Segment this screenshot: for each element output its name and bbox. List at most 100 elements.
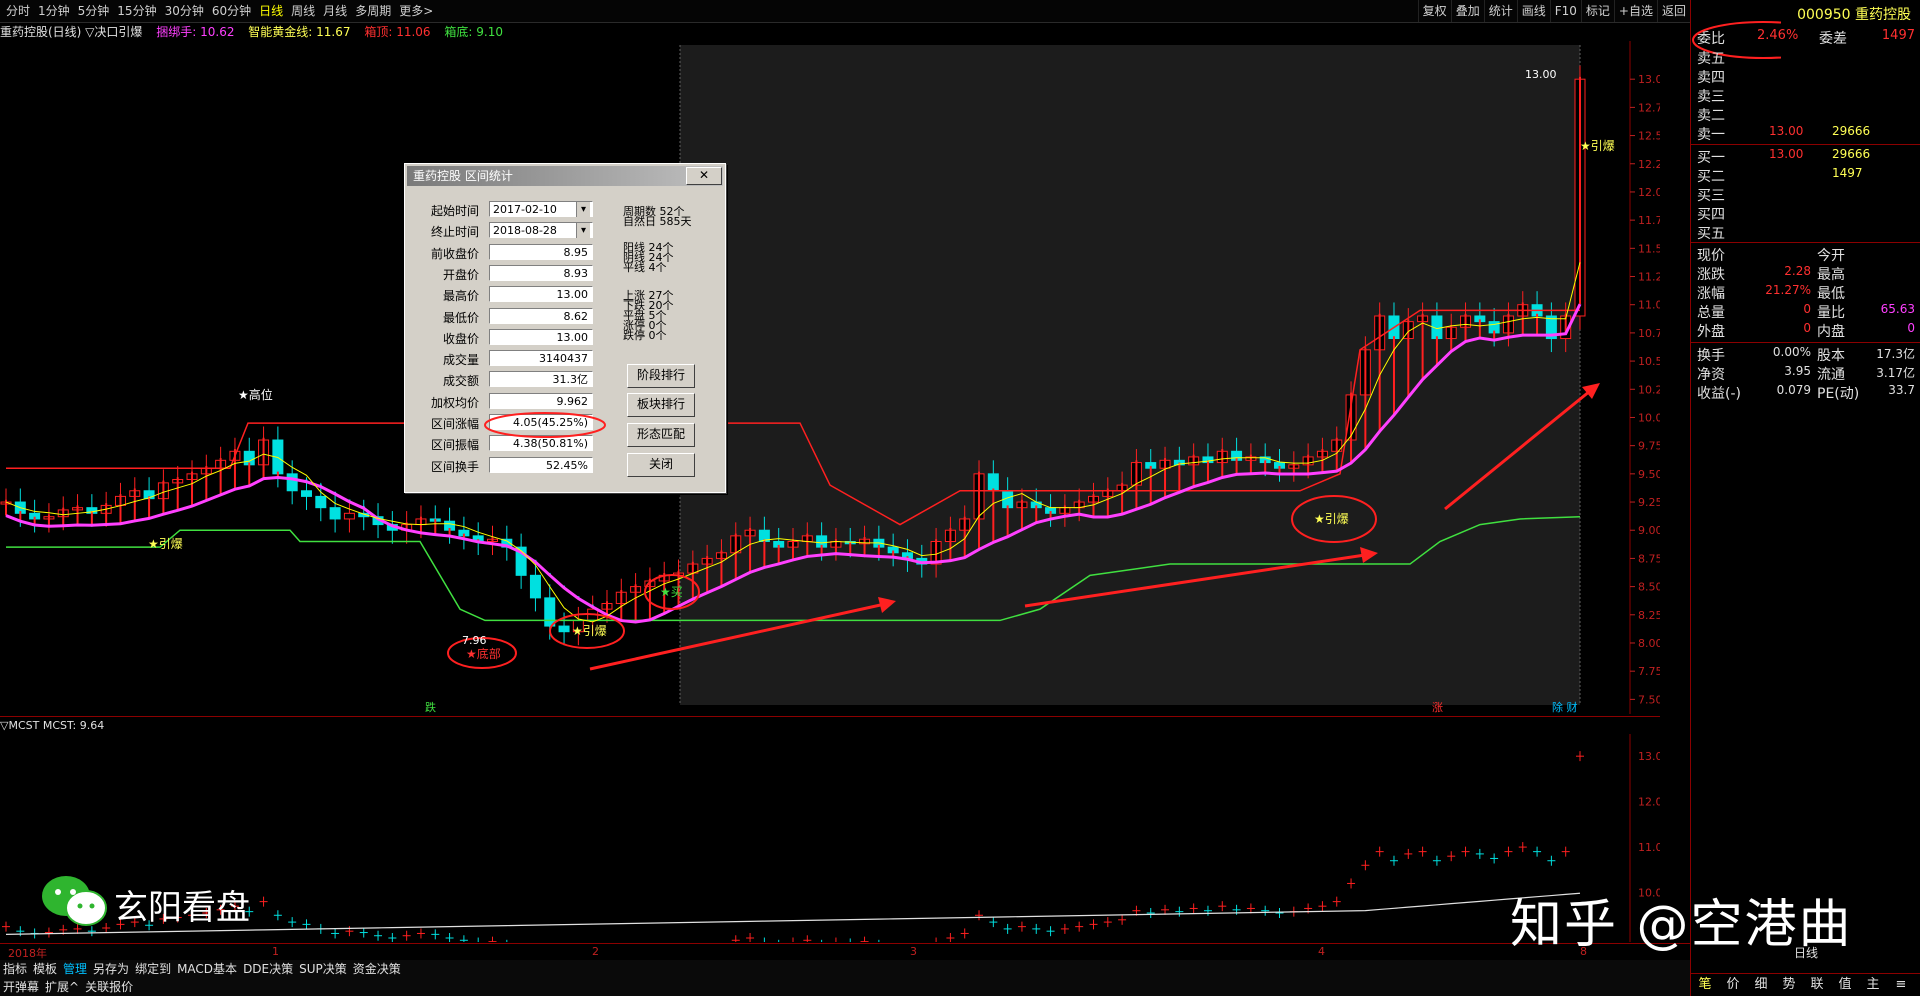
- field-value-4: 13.00: [489, 286, 593, 303]
- wechat-watermark: 玄阳看盘: [40, 872, 280, 932]
- price-tick-0: 13.00: [1638, 73, 1660, 86]
- indicator-tool-1[interactable]: 模板: [30, 960, 60, 978]
- bid-row-0: 买一 13.00 29666: [1697, 147, 1917, 166]
- ask-row-0: 卖五: [1697, 48, 1917, 67]
- indicator-tool-4[interactable]: 绑定到: [132, 960, 174, 978]
- fin-label: PE(动): [1817, 386, 1860, 402]
- price-tick-19: 8.25: [1638, 609, 1660, 622]
- quote-tab-5[interactable]: 值: [1831, 974, 1859, 996]
- period-tab-9[interactable]: 多周期: [351, 0, 395, 22]
- quote-label: 内盘: [1817, 324, 1845, 340]
- quote-tab-4[interactable]: 联: [1803, 974, 1831, 996]
- price-tick-14: 9.50: [1638, 468, 1660, 481]
- ignite-label-4: ★引爆: [1580, 139, 1615, 153]
- high-position-label: ★高位: [238, 387, 273, 402]
- indicator-tool-8[interactable]: 资金决策: [350, 960, 404, 978]
- price-tick-16: 9.00: [1638, 524, 1660, 537]
- chart-tool-2[interactable]: 统计: [1483, 0, 1517, 22]
- dialog-title[interactable]: 重药控股 区间统计: [407, 166, 723, 186]
- date-select-1[interactable]: 2018-08-28: [489, 222, 593, 239]
- kline-chart[interactable]: 13.00 12.75 12.50 12.25 12.00 11.75 11.50 11.25…: [0, 41, 1660, 714]
- indicator-tool-0[interactable]: 指标: [0, 960, 30, 978]
- fin-value: 3.95: [1784, 364, 1811, 378]
- field-value-5: 8.62: [489, 307, 593, 324]
- indicator-tool-3[interactable]: 另存为: [90, 960, 132, 978]
- dialog-button-1[interactable]: 板块排行: [627, 393, 695, 417]
- quote-tab-6[interactable]: 主: [1859, 974, 1887, 996]
- field-label-5: 最低价: [442, 310, 479, 325]
- field-value-3: 8.93: [489, 264, 593, 281]
- indicator-tool-7[interactable]: SUP决策: [296, 960, 350, 978]
- quote-value: 0: [1907, 321, 1915, 335]
- dialog-button-2[interactable]: 形态匹配: [627, 423, 695, 447]
- extra-tool-2[interactable]: 关联报价: [82, 978, 136, 996]
- fin-value: 0.079: [1776, 383, 1811, 397]
- ignite-label-3: ★引爆: [1314, 512, 1349, 526]
- dialog-button-3[interactable]: 关闭: [627, 453, 695, 477]
- period-tab-6[interactable]: 日线: [255, 0, 287, 22]
- time-label-2: 2: [592, 945, 599, 958]
- close-button[interactable]: ✕: [686, 167, 722, 185]
- date-select-0[interactable]: 2017-02-10: [489, 201, 593, 217]
- bottom-label: ★底部: [466, 646, 501, 661]
- indicator-tool-6[interactable]: DDE决策: [240, 960, 296, 978]
- quote-tab-0[interactable]: 笔: [1691, 974, 1719, 996]
- quote-value: 0: [1803, 321, 1811, 335]
- high-value-label: 13.00: [1525, 68, 1557, 81]
- chart-tool-5[interactable]: 标记: [1580, 0, 1614, 22]
- field-label-4: 最高价: [442, 289, 479, 304]
- period-tab-8[interactable]: 月线: [319, 0, 351, 22]
- chart-tool-4[interactable]: F10: [1549, 0, 1581, 22]
- period-tab-0[interactable]: 分时: [2, 0, 34, 22]
- period-tab-2[interactable]: 5分钟: [74, 0, 114, 22]
- period-tab-4[interactable]: 30分钟: [161, 0, 208, 22]
- quote-tab-7[interactable]: ≡: [1887, 974, 1915, 996]
- indicator-toolbar: 指标 模板 管理 另存为 绑定到 MACD基本 DDE决策 SUP决策 资金决策: [0, 960, 1690, 978]
- quote-tab-1[interactable]: 价: [1719, 974, 1747, 996]
- price-tick-12: 10.00: [1638, 411, 1660, 424]
- candle-body: [329, 507, 341, 520]
- period-tab-3[interactable]: 15分钟: [113, 0, 160, 22]
- chart-tool-0[interactable]: 复权: [1417, 0, 1451, 22]
- field-label-1: 终止时间: [430, 225, 479, 240]
- ask-price: 13.00: [1769, 124, 1804, 138]
- weicha-value: 1497: [1881, 28, 1915, 43]
- indicator-tool-5[interactable]: MACD基本: [174, 960, 240, 978]
- quote-row-1: 涨跌 2.28 最高: [1697, 264, 1917, 283]
- ask-label: 卖一: [1697, 127, 1725, 143]
- ask-label: 卖二: [1697, 108, 1725, 124]
- fin-row-1: 净资 3.95 流通 3.17亿: [1697, 364, 1917, 383]
- chart-tool-3[interactable]: 画线: [1516, 0, 1550, 22]
- quote-label: 最高: [1817, 267, 1845, 283]
- stock-chart-title[interactable]: 重药控股(日线) ▽决口引爆: [0, 25, 142, 39]
- period-tab-1[interactable]: 1分钟: [34, 0, 74, 22]
- chart-tool-7[interactable]: 返回: [1656, 0, 1690, 22]
- quote-tab-2[interactable]: 细: [1747, 974, 1775, 996]
- time-label-year: 2018年: [8, 947, 47, 960]
- quote-tabs: 笔价细势联值主 ≡: [1691, 973, 1920, 996]
- chart-tool-1[interactable]: 叠加: [1450, 0, 1484, 22]
- zhihu-watermark: 知乎 @空港曲: [1510, 895, 1853, 955]
- chart-tool-6[interactable]: +自选: [1613, 0, 1657, 22]
- selected-range-highlight: [680, 45, 1580, 705]
- extra-tool-0[interactable]: 开弹幕: [0, 978, 42, 996]
- price-tick-7: 11.25: [1638, 271, 1660, 284]
- candle-body: [529, 574, 541, 599]
- fin-label: 流通: [1817, 367, 1845, 383]
- indicator-tool-2[interactable]: 管理: [60, 960, 90, 978]
- watermark-left-text: 玄阳看盘: [114, 888, 250, 928]
- period-tab-7[interactable]: 周线: [287, 0, 319, 22]
- quote-row-0: 现价 今开: [1697, 245, 1917, 264]
- range-gain-circle: [484, 412, 606, 438]
- period-tab-5[interactable]: 60分钟: [208, 0, 255, 22]
- indicator-gold-line: 智能黄金线: 11.67: [248, 25, 351, 39]
- fin-label: 股本: [1817, 348, 1845, 364]
- extra-tool-1[interactable]: 扩展^: [42, 978, 82, 996]
- candle-body: [544, 597, 556, 627]
- dialog-button-0[interactable]: 阶段排行: [627, 364, 695, 388]
- quote-tab-3[interactable]: 势: [1775, 974, 1803, 996]
- period-tab-10[interactable]: 更多>: [395, 0, 437, 22]
- mcst-header[interactable]: ▽MCST MCST: 9.64: [0, 716, 1660, 735]
- chart-tools: 复权 叠加 统计 画线 F10 标记 +自选 返回: [1417, 0, 1690, 22]
- price-tick-13: 9.75: [1638, 440, 1660, 453]
